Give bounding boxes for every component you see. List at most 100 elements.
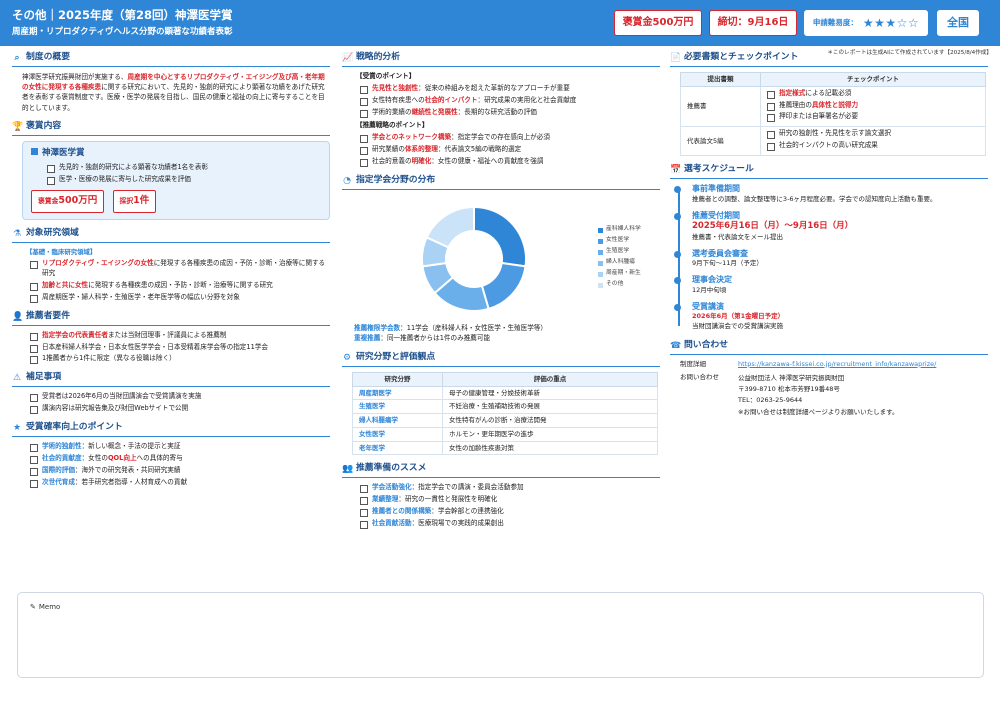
nomination-title: 推薦者要件 xyxy=(26,310,70,321)
scope-badge: 全国 xyxy=(937,10,979,36)
pencil-icon: ✎ xyxy=(30,603,36,611)
tips-section: ★ 受賞確率向上のポイント 学術的独創性：新しい概念・手法の提示と実証 社会的貢献… xyxy=(12,421,330,488)
society-chart-title: 指定学会分野の分布 xyxy=(356,175,436,185)
tips-title: 受賞確率向上のポイント xyxy=(26,421,123,432)
address: 〒399-8710 松本市芳野19番48号 xyxy=(738,384,840,393)
supplement-section: ⚠ 補足事項 受賞者は2026年6月の当財団講演会で受賞講演を実施 講演内容は研究… xyxy=(12,372,330,414)
list-item: 講演内容は研究報告集及び財団Webサイトで公開 xyxy=(30,404,330,414)
strategy-title: 戦略的分析 xyxy=(356,52,400,62)
list-item: 次世代育成：若手研究者指導・人材育成への貢献 xyxy=(30,478,330,488)
documents-title: 必要書類とチェックポイント xyxy=(684,52,799,62)
legend-label: 周産期・新生 xyxy=(606,270,641,277)
society-chart-section: ◔ 指定学会分野の分布 産科婦人科学 女性医学 生殖医学 婦人科腫瘍 周産期・新生 その他 … xyxy=(342,175,660,344)
award-section: 🏆 褒賞内容 神澤医学賞 先見的・独創的研究による顕著な功績者1名を表彰 医学・医… xyxy=(12,121,330,220)
chart-note-1: 推薦権限学会数：11学会（産科婦人科・女性医学・生殖医学等） xyxy=(354,323,548,332)
list-item: 加齢と共に女性に発現する各種疾患の成因・予防・診断・治療等に関する研究 xyxy=(30,281,330,291)
timeline-item: 事前準備期間 推薦者との調整、論文整理等に3-6ヶ月程度必要。学会での認知度向上… xyxy=(674,184,988,205)
list-item: 日本産科婦人科学会・日本女性医学学会・日本受精着床学会等の指定11学会 xyxy=(30,343,330,353)
doc-name: 代表論文5編 xyxy=(680,126,761,157)
list-item: 指定学会の代表責任者または当財団理事・評議員による推薦制 xyxy=(30,331,330,341)
prize-name: 神澤医学賞 xyxy=(42,147,85,158)
list-item: 先見性と独創性：従来の枠組みを超えた革新的なアプローチが重要 xyxy=(360,84,660,94)
table-row: 老年医学 女性の加齢性疾患対策 xyxy=(352,440,658,456)
contact-title: 問い合わせ xyxy=(684,339,728,350)
money-badge: 褒賞金500万円 xyxy=(31,189,105,213)
phone-icon: ☎ xyxy=(670,340,682,351)
legend-item: その他 xyxy=(598,280,641,291)
supplement-title: 補足事項 xyxy=(26,372,62,383)
list-item: 医学・医療の発展に寄与した研究成果を評価 xyxy=(47,175,321,185)
list-item: 国際的評価：海外での研究発表・共同研究実績 xyxy=(30,466,330,476)
legend-swatch xyxy=(598,271,603,277)
legend-swatch xyxy=(598,249,603,255)
list-item: 学術的独創性：新しい概念・手法の提示と実証 xyxy=(30,442,330,452)
document-icon: 📄 xyxy=(670,52,682,63)
microscope-icon: ⚗ xyxy=(12,228,22,239)
overview-section: ⌕ 制度の概要 神澤医学研究振興財団が実施する、周産期を中心とするリプロダクティヴ… xyxy=(12,52,330,113)
table-row: 周産期医学 母子の健康管理・分娩技術革新 xyxy=(352,385,658,401)
legend-label: 生殖医学 xyxy=(606,248,630,255)
chart-note-2: 重複推薦：同一推薦者からは1件のみ推薦可能 xyxy=(354,334,491,343)
memo-area[interactable]: ✎ Memo xyxy=(17,592,984,678)
difficulty-badge: 申請難易度： ★★★☆☆ xyxy=(804,10,928,36)
list-item: 推薦理由の具体性と説得力 xyxy=(767,101,979,111)
nomination-list: 指定学会の代表責任者または当財団理事・評議員による推薦制 日本産科婦人科学会・日… xyxy=(12,331,330,365)
deadline-badge: 締切：9月16日 xyxy=(709,10,797,36)
detail-link[interactable]: https://kanzawa-f.kissei.co.jp/recruitme… xyxy=(738,360,988,369)
list-item: 研究業績の体系的整理：代表論文5編の戦略的選定 xyxy=(360,145,660,156)
legend-item: 周産期・新生 xyxy=(598,269,641,280)
timeline-item: 選考委員会審査 9月下旬〜11月（予定） xyxy=(674,249,988,270)
table-header: チェックポイント xyxy=(760,71,986,87)
pie-slice-1 xyxy=(480,261,527,311)
timeline-item: 推薦受付期間 2025年6月16日（月）〜9月16日（月） 推薦書・代表論文をメ… xyxy=(674,211,988,243)
list-item: 1推薦者から1件に限定（異なる役職は除く） xyxy=(30,354,330,365)
prize-badge: 褒賞金500万円 xyxy=(614,10,702,36)
schedule-title: 選考スケジュール xyxy=(684,164,754,175)
calendar-icon: 📅 xyxy=(670,165,682,176)
timeline-item: 受賞講演 2026年6月（第1金曜日予定） 当財団講演会での受賞講演実施 xyxy=(674,302,988,332)
legend-swatch xyxy=(598,260,603,266)
list-item: 業績整理：研究の一貫性と発展性を明確化 xyxy=(360,495,660,506)
research-area-title: 対象研究領域 xyxy=(26,227,79,238)
table-row: 推薦書 指定様式による記載必須 推薦理由の具体性と説得力 押印または自筆署名が必… xyxy=(680,85,986,128)
list-item: 社会的インパクトの高い研究成果 xyxy=(767,141,979,152)
award-list: 先見的・独創的研究による顕著な功績者1名を表彰 医学・医療の発展に寄与した研究成… xyxy=(31,163,321,185)
table-header: 提出書類 xyxy=(680,71,761,87)
list-item: 社会的意義の明確化：女性の健康・福祉への貢献度を強調 xyxy=(360,157,660,167)
list-item: 推薦者との関係構築：学会幹部との連携強化 xyxy=(360,507,660,517)
page-title: その他｜2025年度（第28回）神澤医学賞 xyxy=(12,8,233,22)
search-icon: ⌕ xyxy=(14,52,20,63)
legend-label: 産科婦人科学 xyxy=(606,226,641,233)
tips-list: 学術的独創性：新しい概念・手法の提示と実証 社会的貢献度：女性のQOL向上への具… xyxy=(12,442,330,488)
legend-item: 産科婦人科学 xyxy=(598,225,641,236)
award-points-list: 先見性と独創性：従来の枠組みを超えた革新的なアプローチが重要 女性特有疾患への社… xyxy=(342,84,660,118)
count-badge: 採択1件 xyxy=(112,189,157,213)
org-name: 公益財団法人 神澤医学研究振興財団 xyxy=(738,373,845,382)
table-header: 評価の重点 xyxy=(442,371,658,387)
evaluation-table: 研究分野 評価の重点 周産期医学 母子の健康管理・分娩技術革新 生殖医学 不妊治療・… xyxy=(352,371,658,456)
overview-text: 神澤医学研究振興財団が実施する、周産期を中心とするリプロダクティヴ・エイジング及… xyxy=(22,72,325,112)
nomination-section: 👤 推薦者要件 指定学会の代表責任者または当財団理事・評議員による推薦制 日本産科… xyxy=(12,311,330,365)
nom-points-list: 学会とのネットワーク構築：指定学会での存在感向上が必須 研究業績の体系的整理：代… xyxy=(342,133,660,167)
memo-label: Memo xyxy=(38,603,61,611)
prize-box: 神澤医学賞 先見的・独創的研究による顕著な功績者1名を表彰 医学・医療の発展に寄… xyxy=(22,140,330,220)
evaluation-title: 研究分野と評価観点 xyxy=(356,351,436,362)
list-item: 学会とのネットワーク構築：指定学会での存在感向上が必須 xyxy=(360,133,660,144)
star-icon: ★ xyxy=(12,422,22,433)
square-icon xyxy=(31,147,38,155)
award-points-head: 【受賞のポイント】 xyxy=(356,71,416,80)
inquiry-label: お問い合わせ xyxy=(680,372,719,381)
legend-item: 女性医学 xyxy=(598,236,641,247)
list-item: 女性特有疾患への社会的インパクト：研究成果の実用化と社会貢献度 xyxy=(360,96,660,106)
evaluation-section: ⚙ 研究分野と評価観点 研究分野 評価の重点 周産期医学 母子の健康管理・分娩技術革… xyxy=(342,351,660,456)
research-area-section: ⚗ 対象研究領域 【基礎・臨床研究領域】 リプロダクティヴ・エイジングの女性に発現… xyxy=(12,228,330,303)
documents-section: 📄 必要書類とチェックポイント 提出書類 チェックポイント 推薦書 指定様式による… xyxy=(670,52,988,157)
doc-name: 推薦書 xyxy=(680,85,761,128)
strategy-section: 📈 戦略的分析 【受賞のポイント】 先見性と独創性：従来の枠組みを超えた革新的なア… xyxy=(342,52,660,167)
chart-line-icon: 📈 xyxy=(342,52,354,63)
table-row: 女性医学 ホルモン・更年期医学の進歩 xyxy=(352,426,658,442)
user-check-icon: 👤 xyxy=(12,311,24,322)
nom-points-head: 【推薦戦略のポイント】 xyxy=(356,121,429,130)
legend-item: 生殖医学 xyxy=(598,247,641,258)
legend-swatch xyxy=(598,238,603,244)
